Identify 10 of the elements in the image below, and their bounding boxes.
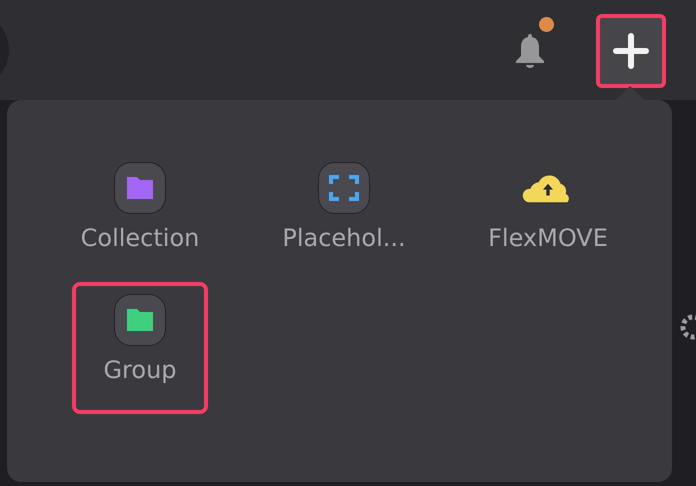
folder-icon — [125, 307, 155, 333]
folder-icon — [125, 175, 155, 201]
menu-item[interactable]: Placehol... — [276, 150, 412, 282]
frame-icon — [329, 175, 359, 201]
menu-item[interactable]: Collection — [72, 150, 208, 282]
add-button[interactable] — [596, 14, 666, 88]
plus-icon — [613, 33, 649, 69]
bell-icon[interactable] — [514, 33, 546, 69]
menu-item[interactable]: Group — [72, 282, 208, 414]
menu-item[interactable]: FlexMOVE — [480, 150, 616, 282]
